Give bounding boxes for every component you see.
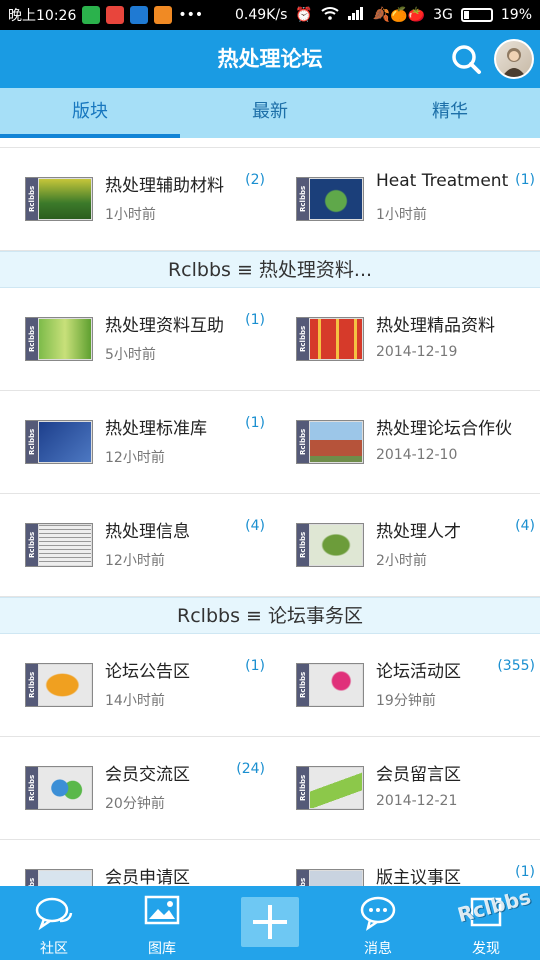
message-icon <box>360 896 396 931</box>
battery-icon <box>460 8 493 22</box>
signal-icon <box>347 6 365 24</box>
fruit-icons: 🍂🍊🍅 <box>372 7 426 23</box>
forum-item[interactable]: Rclbbs 热处理标准库 (1) 12小时前 <box>0 391 270 493</box>
app-icon <box>130 6 149 24</box>
avatar[interactable] <box>494 39 534 79</box>
app-icon <box>154 6 173 24</box>
forum-row: Rclbbs 会员申请区 Rclbbs 版主议事区 (1) <box>0 840 540 886</box>
wechat-icon <box>82 6 101 24</box>
forum-item[interactable]: Rclbbs 热处理人才 (4) 2小时前 <box>270 494 540 596</box>
forum-item[interactable]: Rclbbs 版主议事区 (1) <box>270 840 540 886</box>
forum-thumbnail: Rclbbs <box>296 420 364 464</box>
section-header[interactable]: Rclbbs ≡ 热处理资料... <box>0 251 540 288</box>
forum-thumbnail: Rclbbs <box>296 317 364 361</box>
forum-thumbnail: Rclbbs <box>25 766 93 810</box>
forum-row: Rclbbs 热处理标准库 (1) 12小时前 Rclbbs 热处理论坛合作伙 … <box>0 391 540 494</box>
network-type: 3G <box>433 7 453 23</box>
forum-item[interactable]: Rclbbs 论坛活动区 (355) 19分钟前 <box>270 634 540 736</box>
chat-bubbles-icon <box>35 897 73 931</box>
forum-thumbnail: Rclbbs <box>296 869 364 886</box>
app-bar: 热处理论坛 <box>0 30 540 88</box>
forum-thumbnail: Rclbbs <box>296 766 364 810</box>
forum-list[interactable]: Rclbbs 热处理辅助材料 (2) 1小时前 Rclbbs Heat Trea… <box>0 138 540 886</box>
forum-thumbnail: Rclbbs <box>25 663 93 707</box>
forum-row: Rclbbs 会员交流区 (24) 20分钟前 Rclbbs 会员留言区 201… <box>0 737 540 840</box>
alarm-icon: ⏰ <box>295 7 313 23</box>
forum-row: Rclbbs 热处理信息 (4) 12小时前 Rclbbs 热处理人才 (4) … <box>0 494 540 597</box>
forum-thumbnail: Rclbbs <box>25 420 93 464</box>
forum-row: Rclbbs 热处理资料互助 (1) 5小时前 Rclbbs 热处理精品资料 2… <box>0 288 540 391</box>
forum-row: Rclbbs 热处理辅助材料 (2) 1小时前 Rclbbs Heat Trea… <box>0 148 540 251</box>
nav-post[interactable] <box>216 886 324 960</box>
nav-community[interactable]: 社区 <box>0 886 108 960</box>
plus-icon[interactable] <box>241 897 299 947</box>
forum-item[interactable]: Rclbbs 会员申请区 <box>0 840 270 886</box>
forum-thumbnail: Rclbbs <box>25 317 93 361</box>
status-bar: 晚上10:26 ••• 0.49K/s ⏰ 🍂🍊🍅 3G 19% <box>0 0 540 30</box>
forum-item[interactable]: Rclbbs 热处理精品资料 2014-12-19 <box>270 288 540 390</box>
image-icon <box>144 895 180 925</box>
app-icon <box>106 6 125 24</box>
battery-percent: 19% <box>500 7 532 23</box>
forum-item[interactable]: Rclbbs 热处理辅助材料 (2) 1小时前 <box>0 148 270 250</box>
network-speed: 0.49K/s <box>235 7 288 23</box>
forum-item[interactable]: Rclbbs 热处理信息 (4) 12小时前 <box>0 494 270 596</box>
forum-item[interactable]: Rclbbs 会员交流区 (24) 20分钟前 <box>0 737 270 839</box>
forum-row: Rclbbs 论坛公告区 (1) 14小时前 Rclbbs 论坛活动区 (355… <box>0 634 540 737</box>
forum-thumbnail: Rclbbs <box>25 177 93 221</box>
forum-item[interactable]: Rclbbs 会员留言区 2014-12-21 <box>270 737 540 839</box>
more-notifications-icon: ••• <box>178 7 204 23</box>
forum-thumbnail: Rclbbs <box>296 663 364 707</box>
search-icon[interactable] <box>450 43 482 75</box>
forum-thumbnail: Rclbbs <box>296 177 364 221</box>
forum-thumbnail: Rclbbs <box>25 869 93 886</box>
forum-thumbnail: Rclbbs <box>296 523 364 567</box>
status-time: 晚上10:26 <box>8 8 77 24</box>
nav-discover[interactable]: Rclbbs 发现 <box>432 885 540 960</box>
nav-messages[interactable]: 消息 <box>324 886 432 960</box>
section-header[interactable]: Rclbbs ≡ 论坛事务区 <box>0 597 540 634</box>
forum-item[interactable]: Rclbbs 论坛公告区 (1) 14小时前 <box>0 634 270 736</box>
bottom-nav: 社区 图库 消息 Rclbbs 发现 <box>0 885 540 960</box>
nav-gallery[interactable]: 图库 <box>108 886 216 960</box>
forum-item[interactable]: Rclbbs 热处理资料互助 (1) 5小时前 <box>0 288 270 390</box>
tab-latest[interactable]: 最新 <box>180 88 360 138</box>
forum-item[interactable]: Rclbbs Heat Treatment (1) 1小时前 <box>270 148 540 250</box>
forum-item[interactable]: Rclbbs 热处理论坛合作伙 2014-12-10 <box>270 391 540 493</box>
tab-bar: 版块 最新 精华 <box>0 88 540 138</box>
forum-thumbnail: Rclbbs <box>25 523 93 567</box>
tab-sections[interactable]: 版块 <box>0 88 180 138</box>
wifi-icon <box>321 6 339 24</box>
tab-featured[interactable]: 精华 <box>360 88 540 138</box>
list-top-spacer <box>0 138 540 148</box>
